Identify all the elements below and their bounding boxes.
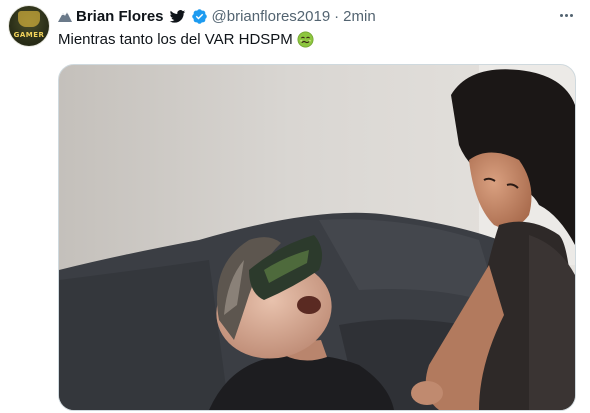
more-options-icon[interactable] xyxy=(556,8,576,22)
tweet-timestamp[interactable]: 2min xyxy=(343,8,376,25)
header-separator: · xyxy=(334,7,340,25)
twitter-bird-icon xyxy=(169,9,185,23)
verified-badge-icon xyxy=(191,8,207,24)
tweet-media-gif[interactable] xyxy=(58,64,576,411)
mountain-emoji-icon xyxy=(58,12,72,22)
tweet-text-content: Mientras tanto los del VAR HDSPM xyxy=(58,31,293,48)
author-name[interactable]: Brian Flores xyxy=(76,8,164,25)
tweet-header: Brian Flores @brianflores2019 · 2min xyxy=(58,6,550,26)
author-avatar[interactable]: GAMER xyxy=(8,5,50,47)
author-handle[interactable]: @brianflores2019 xyxy=(212,8,331,25)
avatar-crest xyxy=(18,11,40,27)
tweet-text: Mientras tanto los del VAR HDSPM xyxy=(58,31,314,48)
gif-frame-image xyxy=(59,65,575,410)
tweet-card[interactable]: GAMER Brian Flores @brianflores2019 · 2m… xyxy=(0,0,590,413)
avatar-text: GAMER xyxy=(13,31,45,39)
nauseated-face-emoji-icon xyxy=(297,31,314,48)
